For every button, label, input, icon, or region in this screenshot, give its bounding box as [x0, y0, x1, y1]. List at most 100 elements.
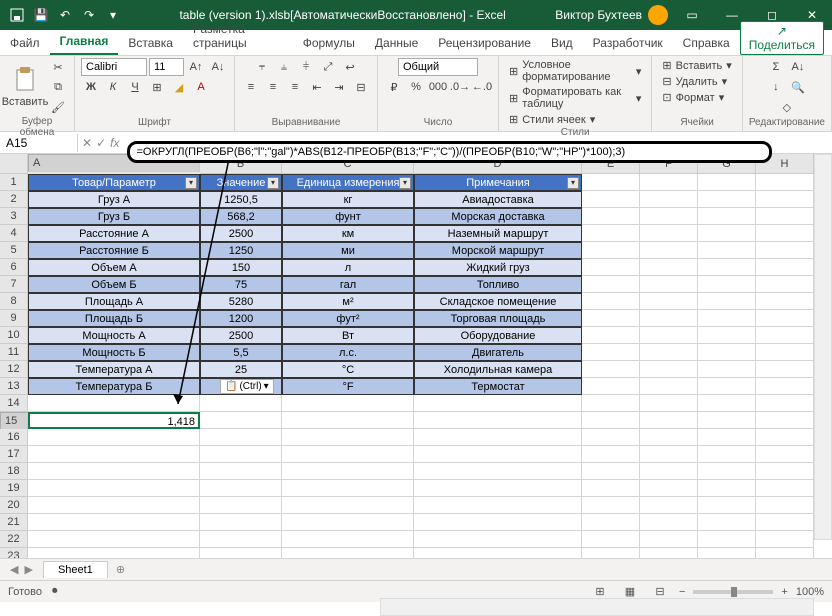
format-cells-button[interactable]: ⊡ Формат ▾ [658, 90, 728, 105]
shrink-font-icon[interactable]: A↓ [208, 58, 228, 76]
cut-icon[interactable]: ✂ [48, 58, 68, 76]
align-top-icon[interactable]: ⫧ [252, 58, 272, 76]
table-cell[interactable]: Объем Б [28, 276, 200, 293]
align-middle-icon[interactable]: ⫨ [274, 58, 294, 76]
row-header[interactable]: 14 [0, 395, 28, 412]
font-color-icon[interactable]: A [191, 78, 211, 96]
table-cell[interactable]: л.с. [282, 344, 414, 361]
tab-developer[interactable]: Разработчик [583, 31, 673, 55]
merge-icon[interactable]: ⊟ [351, 78, 371, 96]
sheet-nav-next-icon[interactable]: ▶ [24, 563, 32, 576]
table-cell[interactable]: 5280 [200, 293, 282, 310]
table-cell[interactable]: км [282, 225, 414, 242]
table-cell[interactable]: 150 [200, 259, 282, 276]
sheet-tab[interactable]: Sheet1 [43, 561, 108, 578]
tab-insert[interactable]: Вставка [118, 31, 183, 55]
row-header[interactable]: 6 [0, 259, 28, 276]
fill-color-icon[interactable]: ◢ [169, 78, 189, 96]
table-header[interactable]: Примечания▾ [414, 174, 582, 191]
table-cell[interactable]: Торговая площадь [414, 310, 582, 327]
table-cell[interactable]: Мощность Б [28, 344, 200, 361]
tab-file[interactable]: Файл [0, 31, 50, 55]
row-header[interactable]: 19 [0, 480, 28, 497]
format-table-button[interactable]: ⊞ Форматировать как таблицу ▾ [505, 85, 645, 111]
table-cell[interactable]: Двигатель [414, 344, 582, 361]
number-format-select[interactable]: Общий [398, 58, 478, 76]
table-header[interactable]: Товар/Параметр▾ [28, 174, 200, 191]
table-cell[interactable]: Груз А [28, 191, 200, 208]
table-cell[interactable]: Оборудование [414, 327, 582, 344]
table-cell[interactable]: гал [282, 276, 414, 293]
zoom-slider[interactable] [693, 590, 773, 594]
table-cell[interactable]: 25 [200, 361, 282, 378]
ribbon-options-icon[interactable]: ▭ [672, 0, 712, 30]
row-header[interactable]: 17 [0, 446, 28, 463]
table-cell[interactable]: Площадь Б [28, 310, 200, 327]
indent-dec-icon[interactable]: ⇤ [307, 78, 327, 96]
table-cell[interactable]: Термостат [414, 378, 582, 395]
vertical-scrollbar[interactable] [814, 154, 832, 540]
share-button[interactable]: ↗ Поделиться [740, 21, 824, 55]
sheet-nav-prev-icon[interactable]: ◀ [10, 563, 18, 576]
zoom-out-icon[interactable]: − [679, 586, 685, 598]
table-cell[interactable]: Складское помещение [414, 293, 582, 310]
align-center-icon[interactable]: ≡ [263, 78, 283, 96]
row-header[interactable]: 1 [0, 174, 28, 191]
fx-icon[interactable]: fx [110, 136, 119, 150]
copy-icon[interactable]: ⧉ [48, 78, 68, 96]
row-header[interactable]: 5 [0, 242, 28, 259]
table-cell[interactable]: Площадь А [28, 293, 200, 310]
find-icon[interactable]: 🔍 [788, 78, 808, 96]
table-header[interactable]: Единица измерения▾ [282, 174, 414, 191]
fill-icon[interactable]: ↓ [766, 78, 786, 96]
table-cell[interactable]: Авиадоставка [414, 191, 582, 208]
filter-icon[interactable]: ▾ [185, 177, 197, 189]
tab-home[interactable]: Главная [50, 29, 119, 55]
wrap-text-icon[interactable]: ↩ [340, 58, 360, 76]
row-header[interactable]: 20 [0, 497, 28, 514]
table-header[interactable]: Значение▾ [200, 174, 282, 191]
align-right-icon[interactable]: ≡ [285, 78, 305, 96]
comma-icon[interactable]: 000 [428, 78, 448, 96]
table-cell[interactable]: Объем А [28, 259, 200, 276]
grow-font-icon[interactable]: A↑ [186, 58, 206, 76]
table-cell[interactable]: Вт [282, 327, 414, 344]
insert-cells-button[interactable]: ⊞ Вставить ▾ [658, 58, 735, 73]
font-name-select[interactable]: Calibri [81, 58, 147, 76]
table-cell[interactable]: Морская доставка [414, 208, 582, 225]
table-cell[interactable]: фут² [282, 310, 414, 327]
table-cell[interactable]: 568,2 [200, 208, 282, 225]
table-cell[interactable]: кг [282, 191, 414, 208]
cell-styles-button[interactable]: ⊞ Стили ячеек ▾ [505, 112, 599, 127]
tab-review[interactable]: Рецензирование [428, 31, 541, 55]
row-header[interactable]: 7 [0, 276, 28, 293]
filter-icon[interactable]: ▾ [567, 177, 579, 189]
new-sheet-icon[interactable]: ⊕ [108, 563, 133, 576]
clear-icon[interactable]: ◇ [777, 98, 797, 116]
align-bottom-icon[interactable]: ⫩ [296, 58, 316, 76]
table-cell[interactable]: °C [282, 361, 414, 378]
font-size-select[interactable]: 11 [149, 58, 184, 76]
enter-formula-icon[interactable]: ✓ [96, 136, 106, 150]
table-cell[interactable]: 2500 [200, 225, 282, 242]
table-cell[interactable]: л [282, 259, 414, 276]
save-icon[interactable]: 💾 [30, 4, 52, 26]
row-header[interactable]: 16 [0, 429, 28, 446]
row-header[interactable]: 15 [0, 412, 28, 430]
table-cell[interactable]: Температура Б [28, 378, 200, 395]
tab-layout[interactable]: Разметка страницы [183, 17, 293, 55]
table-cell[interactable]: Расстояние Б [28, 242, 200, 259]
row-header[interactable]: 13 [0, 378, 28, 395]
table-cell[interactable]: 1200 [200, 310, 282, 327]
zoom-level[interactable]: 100% [796, 586, 824, 598]
table-cell[interactable]: м² [282, 293, 414, 310]
delete-cells-button[interactable]: ⊟ Удалить ▾ [658, 74, 731, 89]
table-cell[interactable]: Жидкий груз [414, 259, 582, 276]
table-cell[interactable]: фунт [282, 208, 414, 225]
table-cell[interactable]: 2500 [200, 327, 282, 344]
name-box[interactable]: A15 [0, 134, 78, 152]
row-header[interactable]: 23 [0, 548, 28, 558]
table-cell[interactable]: 1250 [200, 242, 282, 259]
bold-button[interactable]: Ж [81, 78, 101, 96]
select-all-corner[interactable] [0, 154, 28, 174]
